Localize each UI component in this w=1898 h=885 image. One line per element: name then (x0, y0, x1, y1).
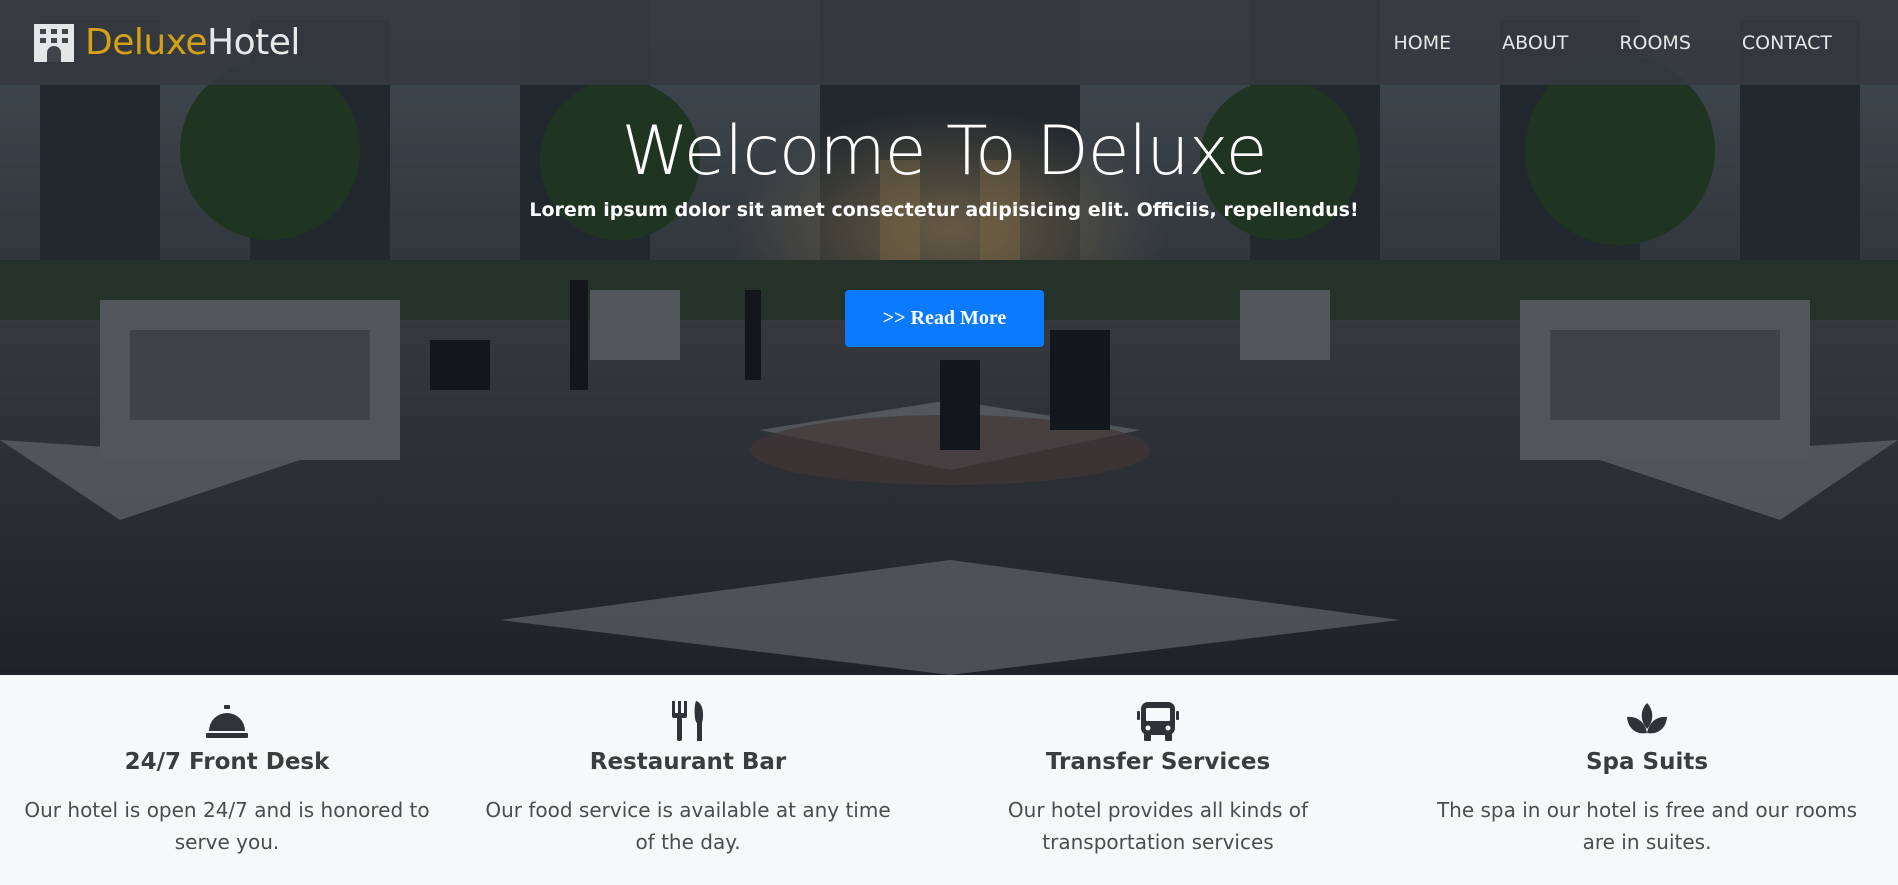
feature-title: Restaurant Bar (589, 749, 787, 775)
feature-title: Spa Suits (1585, 749, 1709, 775)
spa-icon (1627, 703, 1667, 734)
nav-rooms-link[interactable]: ROOMS (1619, 32, 1691, 54)
page: Deluxe Hotel HOME ABOUT ROOMS CONTACT Wel… (0, 0, 1898, 885)
nav-contact-link[interactable]: CONTACT (1742, 32, 1832, 54)
brand-name-deluxe: Deluxe (85, 21, 208, 63)
feature-description: Our hotel provides all kinds of transpor… (1007, 798, 1309, 854)
hotel-building-icon (34, 24, 74, 62)
concierge-bell-icon (206, 705, 248, 738)
hero-subtitle: Lorem ipsum dolor sit amet consectetur a… (529, 199, 1359, 221)
nav-about-link[interactable]: ABOUT (1502, 32, 1568, 54)
hero-title: Welcome To Deluxe (621, 112, 1267, 191)
navbar: Deluxe Hotel HOME ABOUT ROOMS CONTACT (0, 0, 1898, 85)
feature-description: Our hotel is open 24/7 and is honored to… (24, 798, 430, 854)
brand-name-hotel: Hotel (207, 21, 300, 63)
feature-title: 24/7 Front Desk (124, 749, 330, 775)
nav-home-link[interactable]: HOME (1394, 32, 1452, 54)
feature-title: Transfer Services (1045, 749, 1271, 775)
utensils-icon (672, 701, 704, 741)
hero-section: Deluxe Hotel HOME ABOUT ROOMS CONTACT Wel… (0, 0, 1898, 675)
nav-menu: HOME ABOUT ROOMS CONTACT (1343, 0, 1833, 85)
read-more-button[interactable]: >> Read More (845, 290, 1044, 347)
features-section: 24/7 Front Desk Our hotel is open 24/7 a… (0, 675, 1898, 885)
feature-description: The spa in our hotel is free and our roo… (1436, 798, 1858, 854)
brand-logo-link[interactable]: Deluxe Hotel (32, 18, 300, 66)
bus-icon (1137, 702, 1179, 741)
feature-description: Our food service is available at any tim… (485, 798, 891, 854)
